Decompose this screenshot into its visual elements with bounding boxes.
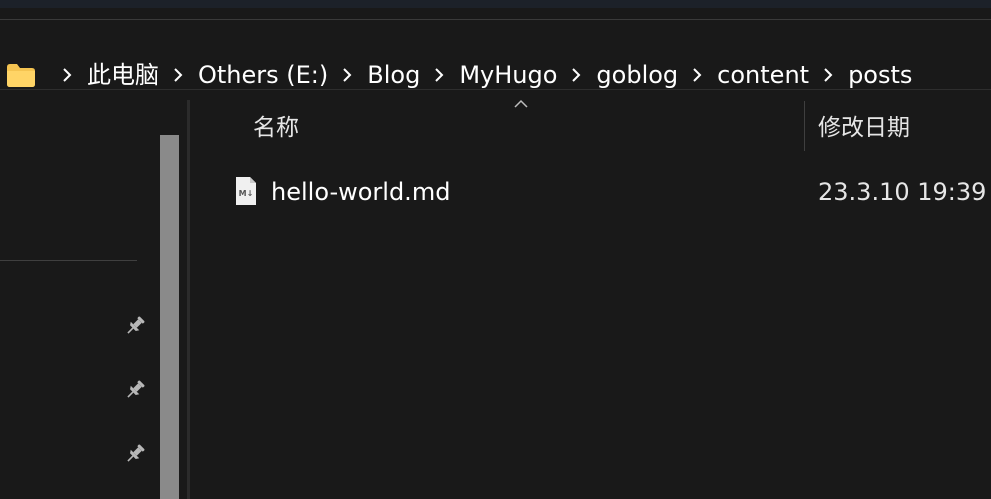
markdown-file-icon: M↓ [235,176,257,206]
pin-icon[interactable] [123,442,147,466]
svg-text:M↓: M↓ [239,189,254,198]
address-bar[interactable]: 此电脑 Others (E:) Blog MyHugo goblog conte… [0,20,991,89]
chevron-right-icon[interactable] [569,65,583,85]
window-top-strip [0,0,991,8]
pin-icon[interactable] [123,314,147,338]
chevron-right-icon[interactable] [171,65,185,85]
chevron-right-icon[interactable] [340,65,354,85]
column-divider[interactable] [804,101,805,151]
file-row[interactable]: M↓ hello-world.md 23.3.10 19:39 [225,170,991,214]
chevron-right-icon[interactable] [60,65,74,85]
column-header-name[interactable]: 名称 [253,106,299,150]
column-header-date-modified[interactable]: 修改日期 [818,106,910,150]
chevron-right-icon[interactable] [821,65,835,85]
file-date-modified: 23.3.10 19:39 [818,178,987,206]
nav-section-divider [0,260,137,261]
chevron-right-icon[interactable] [690,65,704,85]
navigation-pane [0,90,183,499]
sort-ascending-icon [512,96,530,110]
pin-icon[interactable] [123,378,147,402]
file-list: 名称 修改日期 M↓ hello-world.md 23.3.10 19:39 [190,90,991,499]
chevron-right-icon[interactable] [432,65,446,85]
folder-icon[interactable] [6,62,36,88]
file-name[interactable]: hello-world.md [271,170,450,214]
nav-scrollbar[interactable] [160,135,179,499]
